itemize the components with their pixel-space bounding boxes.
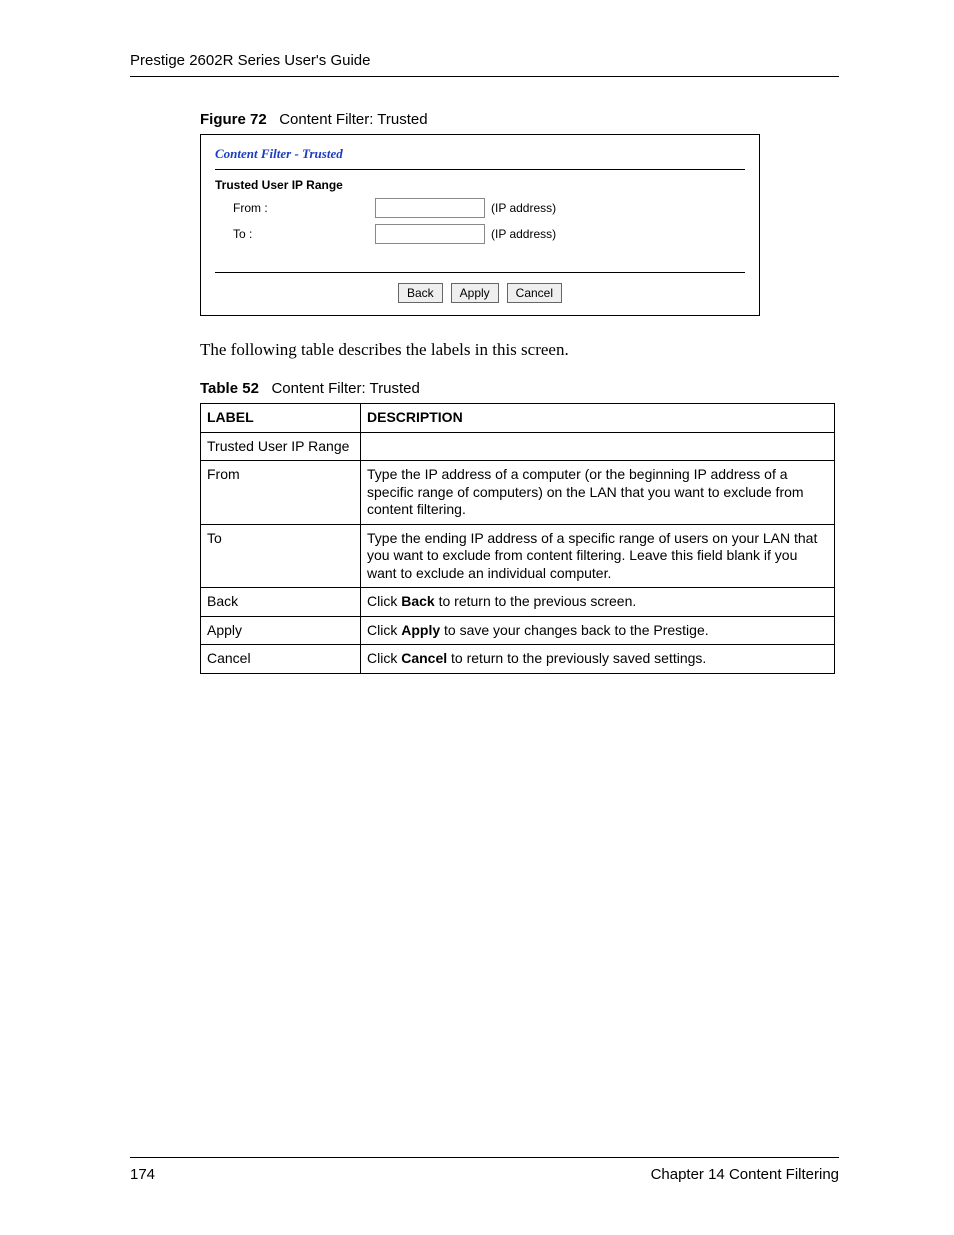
page-footer: 174 Chapter 14 Content Filtering [130,1157,839,1183]
page-number: 174 [130,1166,155,1183]
to-label: To : [215,227,375,241]
back-button[interactable]: Back [398,283,443,303]
cell-label: From [201,461,361,525]
table-row: Back Click Back to return to the previou… [201,588,835,617]
table-row: Cancel Click Cancel to return to the pre… [201,645,835,674]
cell-desc: Click Apply to save your changes back to… [361,616,835,645]
header-title: Prestige 2602R Series User's Guide [130,52,370,69]
cell-desc: Type the ending IP address of a specific… [361,524,835,588]
cell-label: To [201,524,361,588]
cell-label: Cancel [201,645,361,674]
table-row: Trusted User IP Range [201,432,835,461]
page-content: Figure 72 Content Filter: Trusted Conten… [200,111,839,674]
button-row: Back Apply Cancel [201,273,759,315]
to-input[interactable] [375,224,485,244]
table-row: From Type the IP address of a computer (… [201,461,835,525]
intro-paragraph: The following table describes the labels… [200,340,839,360]
description-table: LABEL DESCRIPTION Trusted User IP Range … [200,403,835,674]
cell-label: Apply [201,616,361,645]
table-caption: Table 52 Content Filter: Trusted [200,380,839,397]
from-row: From : (IP address) [215,198,745,218]
screenshot-title-row: Content Filter - Trusted [201,135,759,169]
table-label: Table 52 [200,380,259,397]
table-row: Apply Click Apply to save your changes b… [201,616,835,645]
cell-desc: Click Back to return to the previous scr… [361,588,835,617]
from-label: From : [215,201,375,215]
page-header: Prestige 2602R Series User's Guide [130,52,839,77]
screenshot-body: Trusted User IP Range From : (IP address… [201,170,759,254]
cancel-button[interactable]: Cancel [507,283,562,303]
cell-desc [361,432,835,461]
figure-label: Figure 72 [200,111,267,128]
figure-title: Content Filter: Trusted [279,111,427,128]
table-header-row: LABEL DESCRIPTION [201,404,835,433]
to-hint: (IP address) [491,227,556,241]
cell-desc: Type the IP address of a computer (or th… [361,461,835,525]
screenshot-title: Content Filter - Trusted [215,146,343,161]
cell-desc: Click Cancel to return to the previously… [361,645,835,674]
header-label: LABEL [201,404,361,433]
table-row: To Type the ending IP address of a speci… [201,524,835,588]
apply-button[interactable]: Apply [451,283,499,303]
from-hint: (IP address) [491,201,556,215]
chapter-label: Chapter 14 Content Filtering [651,1166,839,1183]
from-input[interactable] [375,198,485,218]
screenshot-section-label: Trusted User IP Range [215,178,745,192]
cell-label: Trusted User IP Range [201,432,361,461]
to-row: To : (IP address) [215,224,745,244]
screenshot-figure: Content Filter - Trusted Trusted User IP… [200,134,760,316]
cell-label: Back [201,588,361,617]
header-description: DESCRIPTION [361,404,835,433]
figure-caption: Figure 72 Content Filter: Trusted [200,111,839,128]
table-title: Content Filter: Trusted [271,380,419,397]
